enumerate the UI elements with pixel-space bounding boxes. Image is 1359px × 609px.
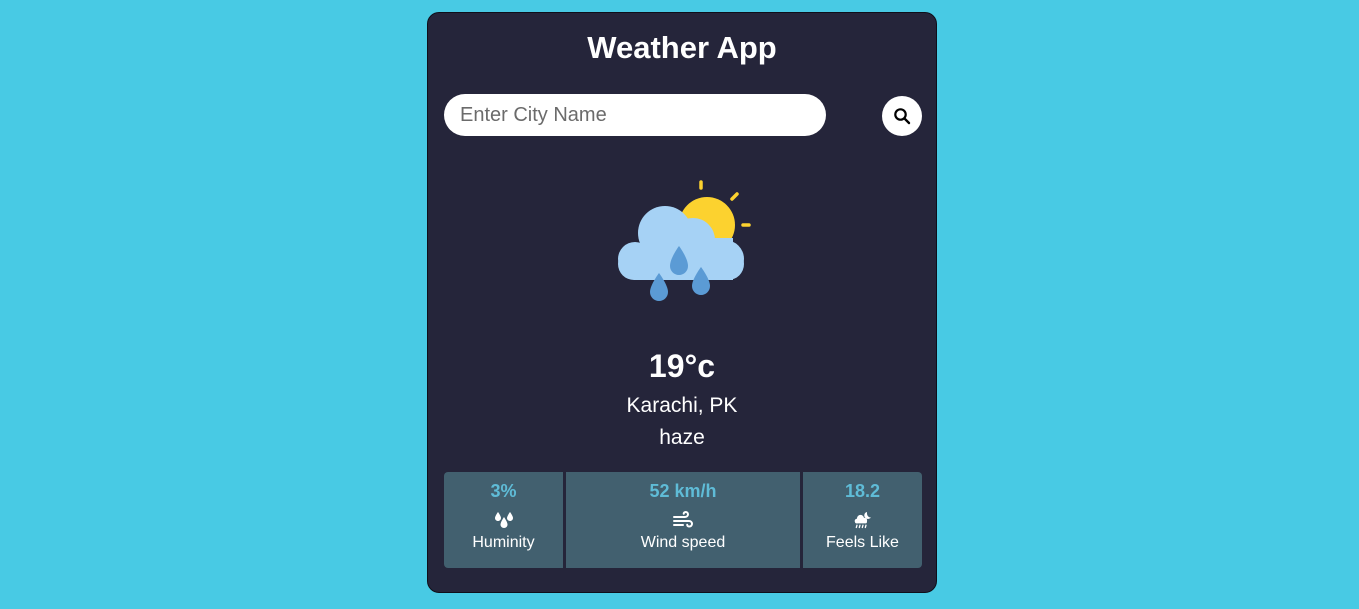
weather-condition: haze [659,426,705,449]
humidity-drops-icon [494,512,513,528]
feels-like-label: Feels Like [826,534,899,551]
search-icon [894,108,911,125]
cloud-moon-rain-icon [854,512,871,529]
stat-humidity: 3% Huminity [444,472,563,568]
city-location: Karachi, PK [626,394,738,417]
wind-value: 52 km/h [649,481,717,501]
feels-like-value: 18.2 [844,481,881,501]
wind-label: Wind speed [640,534,726,551]
humidity-value: 3% [490,481,517,501]
city-search-input[interactable] [444,94,826,136]
temperature: 19°c [648,348,716,384]
wind-icon [673,511,693,528]
weather-card: Weather App 19°c Karachi, PK [427,12,937,593]
app-title: Weather App [587,30,777,65]
rain-sun-cloud-icon [618,180,751,301]
humidity-label: Huminity [472,534,535,551]
stat-feels-like: 18.2 Feels Like [803,472,922,568]
stat-wind: 52 km/h Wind speed [566,472,800,568]
search-button[interactable] [882,96,922,136]
